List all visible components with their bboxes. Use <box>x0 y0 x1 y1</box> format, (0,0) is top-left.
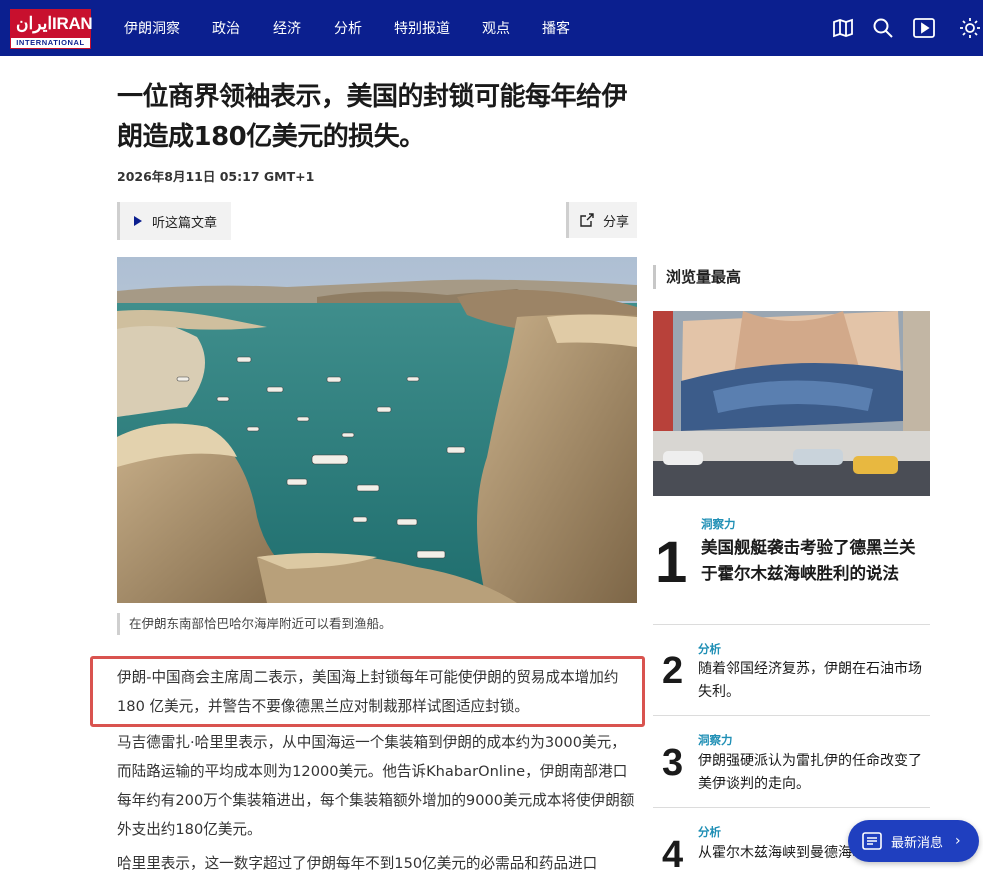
most-viewed-heading: 浏览量最高 <box>653 265 741 289</box>
divider <box>653 807 930 808</box>
highlight-annotation-box <box>90 656 645 727</box>
share-label: 分享 <box>603 214 630 230</box>
rank-title-1[interactable]: 美国舰艇袭击考验了德黑兰关于霍尔木兹海峡胜利的说法 <box>701 535 923 587</box>
article-title: 一位商界领袖表示，美国的封锁可能每年给伊朗造成180亿美元的损失。 <box>117 82 628 152</box>
search-icon[interactable] <box>871 16 895 40</box>
site-logo[interactable]: ایرانIRAN INTERNATIONAL <box>10 9 93 49</box>
nav-item-politics[interactable]: 政治 <box>212 18 240 38</box>
article-paragraph-3: 哈里里表示，这一数字超过了伊朗每年不到150亿美元的必需品和药品进口 <box>117 855 598 872</box>
article-hero-image <box>117 257 637 603</box>
nav-item-analysis[interactable]: 分析 <box>334 18 362 38</box>
play-icon <box>134 216 142 226</box>
rank-title-4[interactable]: 从霍尔木兹海峡到曼德海峡：汇聚于重要的航运通道 <box>698 842 858 865</box>
listen-label: 听这篇文章 <box>152 215 218 231</box>
rank-category-3[interactable]: 洞察力 <box>698 732 733 748</box>
rank-number-2: 2 <box>662 650 684 692</box>
listen-article-button[interactable]: 听这篇文章 <box>117 202 231 240</box>
video-play-icon[interactable] <box>912 16 936 40</box>
share-button[interactable]: 分享 <box>566 202 637 238</box>
article-date: 2026年8月11日 05:17 GMT+1 <box>117 169 315 184</box>
map-icon[interactable] <box>831 16 855 40</box>
share-icon <box>580 213 594 227</box>
latest-news-label: 最新消息 <box>891 835 944 851</box>
rank-title-2[interactable]: 随着邻国经济复苏，伊朗在石油市场失利。 <box>698 658 930 704</box>
logo-text: IRAN <box>52 14 93 33</box>
article-paragraph-2: 马吉德雷扎·哈里里表示，从中国海运一个集装箱到伊朗的成本约为3000美元，而陆路… <box>117 734 635 838</box>
rank-category-2[interactable]: 分析 <box>698 641 721 657</box>
rank-category-1[interactable]: 洞察力 <box>701 516 736 532</box>
nav-item-opinion[interactable]: 观点 <box>482 18 510 38</box>
chevron-right-icon: › <box>955 833 961 849</box>
most-viewed-image[interactable] <box>653 311 930 496</box>
site-header: ایرانIRAN INTERNATIONAL 伊朗洞察 政治 经济 分析 特别… <box>0 0 983 56</box>
news-icon <box>862 832 882 850</box>
nav-item-insight[interactable]: 伊朗洞察 <box>124 18 180 38</box>
nav-item-podcast[interactable]: 播客 <box>542 18 570 38</box>
logo-farsi: ایران <box>16 14 53 33</box>
rank-number-4: 4 <box>662 834 684 875</box>
logo-subtitle: INTERNATIONAL <box>16 38 85 47</box>
rank-category-4[interactable]: 分析 <box>698 824 721 840</box>
latest-news-button[interactable]: 最新消息 › <box>848 820 979 862</box>
main-nav: 伊朗洞察 政治 经济 分析 特别报道 观点 播客 <box>124 0 602 56</box>
nav-item-special-reports[interactable]: 特别报道 <box>394 18 450 38</box>
rank-title-3[interactable]: 伊朗强硬派认为雷扎伊的任命改变了美伊谈判的走向。 <box>698 750 930 796</box>
nav-item-economy[interactable]: 经济 <box>273 18 301 38</box>
image-caption: 在伊朗东南部恰巴哈尔海岸附近可以看到渔船。 <box>117 613 392 635</box>
rank-number-1: 1 <box>655 530 688 595</box>
rank-number-3: 3 <box>662 742 684 784</box>
brightness-icon[interactable] <box>958 16 982 40</box>
divider <box>653 715 930 716</box>
divider <box>653 624 930 625</box>
